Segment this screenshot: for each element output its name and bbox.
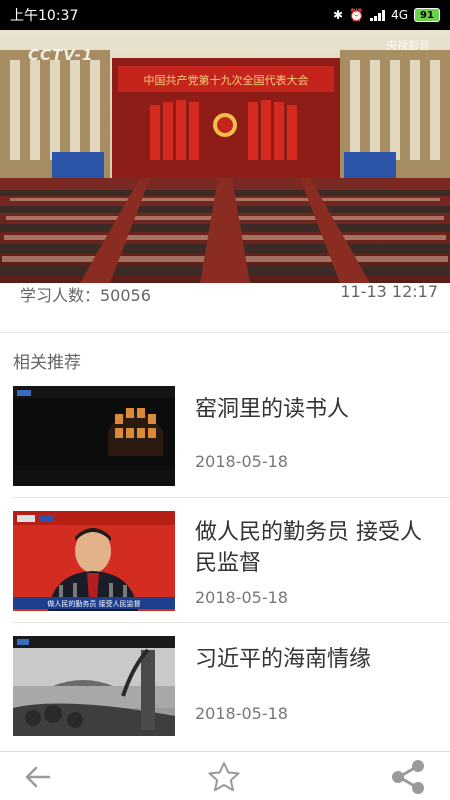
divider (0, 332, 450, 333)
video-watermark: 央视影音 (386, 39, 430, 52)
divider (13, 497, 450, 498)
related-item[interactable]: 习近平的海南情缘 2018-05-18 (0, 636, 450, 761)
status-time: 上午10:37 (10, 8, 79, 24)
thumbnail-seaside (13, 636, 175, 736)
related-item-date: 2018-05-18 (195, 452, 288, 471)
thumbnail-cave (13, 386, 175, 486)
thumbnail-caption: 做人民的勤务员 接受人民监督 (47, 599, 140, 608)
learner-count: 学习人数：50056 (20, 286, 151, 305)
channel-logo: CCTV-1 (28, 46, 94, 64)
divider (13, 622, 450, 623)
related-item-date: 2018-05-18 (195, 588, 288, 607)
back-arrow-icon[interactable] (18, 758, 58, 796)
related-item-title: 窑洞里的读书人 (195, 397, 350, 422)
bottom-toolbar (0, 751, 450, 800)
publish-datetime: 11-13 12:17 (340, 282, 438, 301)
bluetooth-icon: ✱ (333, 8, 344, 22)
status-icons: ✱ ⏰ 4G 91 (333, 8, 440, 22)
network-type: 4G (391, 8, 408, 22)
status-bar: 上午10:37 ✱ ⏰ 4G 91 (0, 0, 450, 30)
related-item-title: 做人民的勤务员 接受人民监督 (195, 520, 422, 576)
banner-text: 中国共产党第十九次全国代表大会 (144, 73, 309, 87)
video-player[interactable]: 中国共产党第十九次全国代表大会 CCTV-1 央视影音 (0, 30, 450, 283)
related-heading: 相关推荐 (13, 353, 81, 373)
thumbnail-speech: 做人民的勤务员 接受人民监督 (13, 511, 175, 611)
related-item-title: 习近平的海南情缘 (195, 647, 372, 672)
star-icon[interactable] (204, 758, 244, 796)
related-item[interactable]: 做人民的勤务员 接受人民监督 做人民的勤务员 接受人民监督 2018-05-18 (0, 511, 450, 636)
signal-icon (370, 9, 386, 21)
share-icon[interactable] (388, 758, 428, 796)
related-item[interactable]: 窑洞里的读书人 2018-05-18 (0, 386, 450, 511)
video-frame: 中国共产党第十九次全国代表大会 (0, 30, 450, 283)
video-meta: 学习人数：50056 11-13 12:17 (0, 282, 450, 305)
battery-icon: 91 (414, 8, 440, 22)
related-item-date: 2018-05-18 (195, 704, 288, 723)
alarm-icon: ⏰ (349, 8, 365, 22)
